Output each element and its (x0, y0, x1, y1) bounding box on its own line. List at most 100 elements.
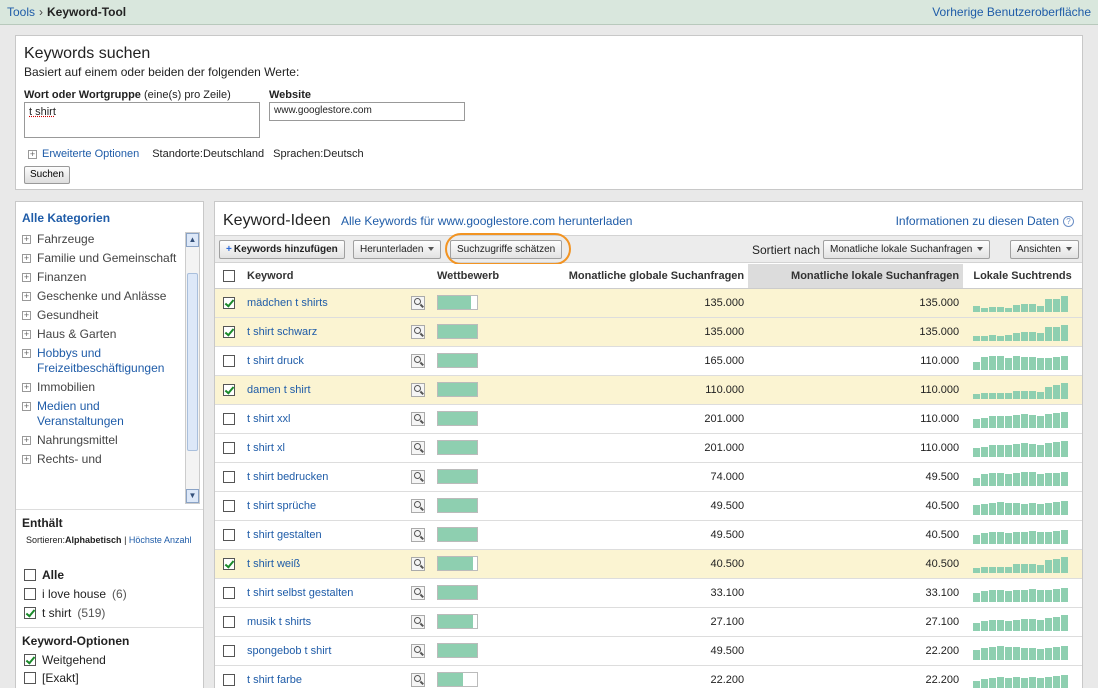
checkbox[interactable] (24, 569, 36, 581)
expand-icon[interactable]: + (22, 455, 31, 464)
expand-icon[interactable]: + (22, 311, 31, 320)
magnifier-icon[interactable] (411, 440, 425, 455)
checkbox[interactable] (223, 499, 235, 512)
search-button[interactable]: Suchen (24, 166, 70, 184)
checkbox[interactable] (223, 644, 235, 657)
expand-icon[interactable]: + (22, 235, 31, 244)
website-input[interactable]: www.googlestore.com (269, 102, 465, 121)
keyword-link[interactable]: spongebob t shirt (247, 645, 331, 657)
checkbox[interactable] (223, 354, 235, 367)
scroll-down-icon[interactable]: ▼ (186, 489, 199, 503)
checkbox-checked[interactable] (223, 383, 235, 396)
keyword-link[interactable]: damen t shirt (247, 384, 311, 396)
magnifier-icon[interactable] (411, 411, 425, 426)
all-categories-link[interactable]: Alle Kategorien (22, 211, 110, 225)
category-item[interactable]: + Haus & Garten (22, 327, 184, 342)
magnifier-icon[interactable] (411, 556, 425, 571)
filter-i-love-house[interactable]: i love house (6) (24, 587, 127, 601)
keyword-link[interactable]: musik t shirts (247, 616, 311, 628)
magnifier-icon[interactable] (411, 527, 425, 542)
column-global-searches[interactable]: Monatliche globale Suchanfragen (503, 264, 749, 289)
breadcrumb-tools-link[interactable]: Tools (7, 5, 35, 19)
category-item[interactable]: + Immobilien (22, 380, 184, 395)
category-item[interactable]: + Fahrzeuge (22, 232, 184, 247)
checkbox[interactable] (223, 528, 235, 541)
magnifier-icon[interactable] (411, 295, 425, 310)
views-button[interactable]: Ansichten (1010, 240, 1079, 259)
sort-select[interactable]: Monatliche lokale Suchanfragen (823, 240, 991, 259)
keyword-link[interactable]: t shirt weiß (247, 558, 300, 570)
expand-icon[interactable]: + (22, 330, 31, 339)
checkbox[interactable] (223, 673, 235, 686)
keyword-link[interactable]: t shirt selbst gestalten (247, 587, 353, 599)
category-item[interactable]: + Medien und Veranstaltungen (22, 399, 184, 429)
expand-icon[interactable]: + (22, 292, 31, 301)
expand-icon[interactable]: + (22, 273, 31, 282)
category-item[interactable]: + Nahrungsmittel (22, 433, 184, 448)
magnifier-icon[interactable] (411, 614, 425, 629)
checkbox-checked[interactable] (223, 296, 235, 309)
filter-all[interactable]: Alle (24, 568, 64, 582)
category-item[interactable]: + Rechts- und (22, 452, 184, 467)
category-item[interactable]: + Familie und Gemeinschaft (22, 251, 184, 266)
magnifier-icon[interactable] (411, 469, 425, 484)
help-icon[interactable]: ? (1063, 215, 1074, 227)
column-competition[interactable]: Wettbewerb (433, 264, 504, 289)
category-item[interactable]: + Hobbys und Freizeitbeschäftigungen (22, 346, 184, 376)
checkbox-checked[interactable] (223, 325, 235, 338)
column-local-trends[interactable]: Lokale Suchtrends (963, 264, 1082, 289)
data-info-link[interactable]: Informationen zu diesen Daten (896, 214, 1059, 228)
download-button[interactable]: Herunterladen (353, 240, 442, 259)
checkbox[interactable] (24, 672, 36, 684)
expand-icon[interactable]: + (22, 436, 31, 445)
checkbox[interactable] (223, 412, 235, 425)
column-local-searches[interactable]: Monatliche lokale Suchanfragen (748, 264, 964, 289)
checkbox[interactable] (223, 586, 235, 599)
magnifier-icon[interactable] (411, 672, 425, 687)
keyword-link[interactable]: t shirt xxl (247, 413, 290, 425)
advanced-options-link[interactable]: Erweiterte Optionen (42, 148, 139, 160)
expand-icon[interactable]: + (22, 402, 31, 411)
option-broad[interactable]: Weitgehend (24, 653, 106, 667)
previous-interface-link[interactable]: Vorherige Benutzeroberfläche (932, 5, 1091, 19)
keyword-link[interactable]: t shirt sprüche (247, 500, 316, 512)
magnifier-icon[interactable] (411, 382, 425, 397)
category-scrollbar[interactable]: ▲ ▼ (185, 232, 200, 504)
category-item[interactable]: + Geschenke und Anlässe (22, 289, 184, 304)
expand-icon[interactable]: + (22, 349, 31, 358)
checkbox[interactable] (223, 441, 235, 454)
scroll-up-icon[interactable]: ▲ (186, 233, 199, 247)
magnifier-icon[interactable] (411, 643, 425, 658)
sort-by-count-link[interactable]: Höchste Anzahl (129, 535, 192, 545)
add-keywords-button[interactable]: + Keywords hinzufügen (219, 240, 345, 259)
magnifier-icon[interactable] (411, 498, 425, 513)
column-keyword[interactable]: Keyword (243, 264, 403, 289)
expand-icon[interactable]: + (22, 383, 31, 392)
estimate-traffic-button[interactable]: Suchzugriffe schätzen (450, 240, 563, 259)
category-item[interactable]: + Finanzen (22, 270, 184, 285)
keyword-link[interactable]: t shirt gestalten (247, 529, 322, 541)
keyword-link[interactable]: t shirt druck (247, 355, 304, 367)
checkbox-checked[interactable] (24, 654, 36, 666)
checkbox[interactable] (223, 615, 235, 628)
checkbox[interactable] (24, 588, 36, 600)
filter-t-shirt[interactable]: t shirt (519) (24, 606, 105, 620)
checkbox[interactable] (223, 470, 235, 483)
option-exact[interactable]: [Exakt] (24, 671, 79, 685)
keyword-link[interactable]: t shirt schwarz (247, 326, 317, 338)
checkbox-checked[interactable] (223, 557, 235, 570)
select-all-checkbox[interactable] (223, 269, 235, 282)
expand-icon[interactable]: + (22, 254, 31, 263)
download-all-link[interactable]: Alle Keywords für www.googlestore.com he… (341, 214, 632, 228)
category-item[interactable]: + Gesundheit (22, 308, 184, 323)
magnifier-icon[interactable] (411, 585, 425, 600)
keyword-link[interactable]: mädchen t shirts (247, 297, 328, 309)
checkbox-checked[interactable] (24, 607, 36, 619)
scroll-thumb[interactable] (187, 273, 198, 451)
keyword-textarea[interactable]: t shirt (24, 102, 260, 138)
magnifier-icon[interactable] (411, 353, 425, 368)
magnifier-icon[interactable] (411, 324, 425, 339)
keyword-link[interactable]: t shirt bedrucken (247, 471, 328, 483)
keyword-link[interactable]: t shirt farbe (247, 674, 302, 686)
keyword-link[interactable]: t shirt xl (247, 442, 285, 454)
